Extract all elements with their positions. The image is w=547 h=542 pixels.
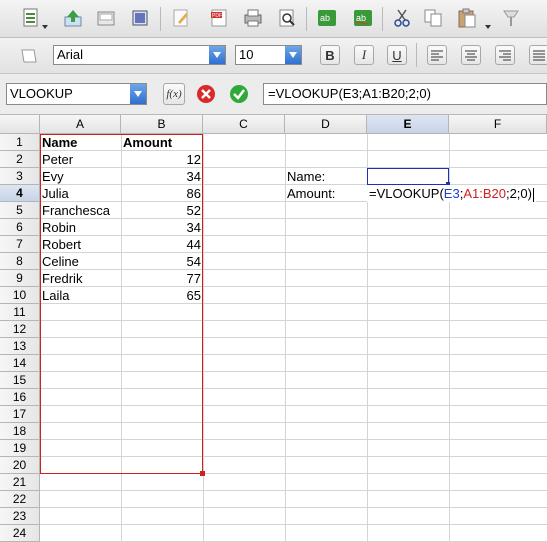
row-header-18[interactable]: 18 <box>0 423 40 440</box>
formula-prefix: =VLOOKUP( <box>369 186 444 201</box>
name-box[interactable]: VLOOKUP <box>6 83 147 105</box>
row-header-6[interactable]: 6 <box>0 219 40 236</box>
column-header-e[interactable]: E <box>367 115 449 134</box>
column-header-c[interactable]: C <box>203 115 285 134</box>
italic-button[interactable]: I <box>354 45 374 65</box>
grid-line <box>203 134 204 542</box>
row-header-9[interactable]: 9 <box>0 270 40 287</box>
align-left-button[interactable] <box>427 45 447 65</box>
standard-toolbar: PDF ab ab <box>0 0 547 38</box>
formula-suffix: ;2;0) <box>505 186 532 201</box>
formula-input[interactable]: =VLOOKUP(E3;A1:B20;2;0) <box>263 83 547 105</box>
cut-icon[interactable] <box>391 7 413 29</box>
grid-line <box>40 524 547 525</box>
toolbar-separator <box>160 7 161 31</box>
align-center-icon <box>465 50 477 61</box>
grid-line <box>40 490 547 491</box>
row-header-2[interactable]: 2 <box>0 151 40 168</box>
name-box-dropdown-icon[interactable] <box>130 84 146 104</box>
underline-button[interactable]: U <box>387 45 407 65</box>
select-all-corner[interactable] <box>0 115 40 134</box>
toolbar-separator <box>382 7 383 31</box>
reference-highlight-e3 <box>367 168 449 185</box>
font-name-box[interactable]: Arial <box>53 45 226 65</box>
align-right-icon <box>499 50 511 61</box>
copy-icon[interactable] <box>422 7 444 29</box>
row-header-15[interactable]: 15 <box>0 372 40 389</box>
row-header-3[interactable]: 3 <box>0 168 40 185</box>
range-handle[interactable] <box>200 471 205 476</box>
column-header-d[interactable]: D <box>285 115 367 134</box>
row-header-11[interactable]: 11 <box>0 304 40 321</box>
grid-line <box>285 134 286 542</box>
formula-ref-e3: E3 <box>443 186 460 201</box>
function-wizard-button[interactable]: f(x) <box>163 83 185 105</box>
edit-file-icon[interactable] <box>170 7 192 29</box>
row-header-12[interactable]: 12 <box>0 321 40 338</box>
column-header-f[interactable]: F <box>449 115 547 134</box>
row-header-21[interactable]: 21 <box>0 474 40 491</box>
justify-button[interactable] <box>529 45 547 65</box>
clone-formatting-icon[interactable] <box>500 7 522 29</box>
row-header-20[interactable]: 20 <box>0 457 40 474</box>
accept-icon[interactable] <box>229 84 249 104</box>
column-header-a[interactable]: A <box>40 115 121 134</box>
font-name-value: Arial <box>57 47 84 62</box>
font-size-value: 10 <box>239 47 254 62</box>
spellcheck-icon[interactable]: ab <box>316 7 338 29</box>
styles-icon[interactable] <box>18 45 40 67</box>
name-box-value: VLOOKUP <box>10 86 73 101</box>
export-pdf-icon[interactable]: PDF <box>208 7 230 29</box>
cancel-icon[interactable] <box>196 84 216 104</box>
text-cursor <box>532 187 534 202</box>
row-header-14[interactable]: 14 <box>0 355 40 372</box>
font-name-dropdown-icon[interactable] <box>209 46 225 64</box>
justify-icon <box>533 50 545 61</box>
save-as-icon[interactable] <box>129 7 151 29</box>
row-header-17[interactable]: 17 <box>0 406 40 423</box>
open-icon[interactable] <box>62 7 84 29</box>
row-header-1[interactable]: 1 <box>0 134 40 151</box>
svg-text:ab: ab <box>356 13 366 23</box>
column-header-b[interactable]: B <box>121 115 203 134</box>
paste-dropdown-icon[interactable] <box>485 16 491 29</box>
svg-text:ab: ab <box>320 13 330 23</box>
toolbar-separator <box>416 43 417 67</box>
row-header-16[interactable]: 16 <box>0 389 40 406</box>
new-document-icon[interactable] <box>20 7 42 29</box>
paste-icon[interactable] <box>456 7 478 29</box>
font-size-dropdown-icon[interactable] <box>285 46 301 64</box>
new-dropdown-icon[interactable] <box>42 16 48 29</box>
reference-range-a1-b20 <box>40 134 203 474</box>
formula-ref-range: A1:B20 <box>463 186 506 201</box>
formatting-toolbar: Arial 10 B I U <box>0 38 547 74</box>
autospellcheck-icon[interactable]: ab <box>352 7 374 29</box>
row-header-24[interactable]: 24 <box>0 525 40 542</box>
function-wizard-icon: f(x) <box>166 88 182 100</box>
print-preview-icon[interactable] <box>276 7 298 29</box>
align-center-button[interactable] <box>461 45 481 65</box>
cell-d4[interactable]: Amount: <box>287 185 335 202</box>
row-header-4[interactable]: 4 <box>0 185 40 202</box>
row-header-19[interactable]: 19 <box>0 440 40 457</box>
row-header-23[interactable]: 23 <box>0 508 40 525</box>
toolbar-separator <box>306 7 307 31</box>
save-icon[interactable] <box>95 7 117 29</box>
align-left-icon <box>431 50 443 61</box>
align-right-button[interactable] <box>495 45 515 65</box>
row-header-8[interactable]: 8 <box>0 253 40 270</box>
row-header-10[interactable]: 10 <box>0 287 40 304</box>
row-header-7[interactable]: 7 <box>0 236 40 253</box>
grid-line <box>40 507 547 508</box>
spreadsheet-grid[interactable]: A B C D E F 1 2 3 4 5 6 7 8 9 10 11 12 1… <box>0 115 547 542</box>
cell-e4-editor[interactable]: =VLOOKUP(E3;A1:B20;2;0) <box>367 185 536 202</box>
cell-d3[interactable]: Name: <box>287 168 325 185</box>
bold-button[interactable]: B <box>320 45 340 65</box>
svg-text:PDF: PDF <box>212 13 222 19</box>
row-header-5[interactable]: 5 <box>0 202 40 219</box>
font-size-box[interactable]: 10 <box>235 45 302 65</box>
row-header-22[interactable]: 22 <box>0 491 40 508</box>
row-header-13[interactable]: 13 <box>0 338 40 355</box>
print-icon[interactable] <box>242 7 264 29</box>
